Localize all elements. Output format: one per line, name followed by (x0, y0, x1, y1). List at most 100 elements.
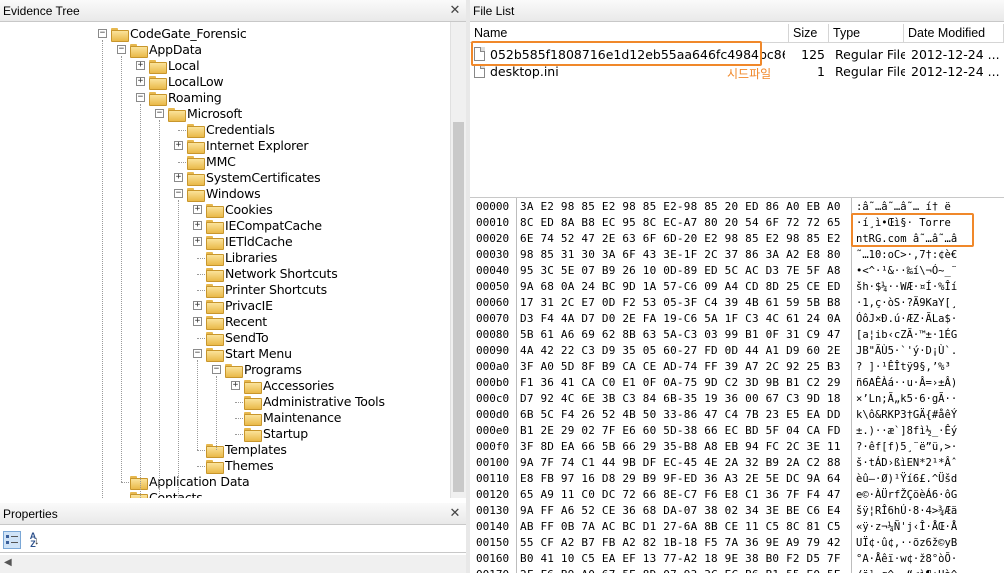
folder-icon (206, 204, 224, 218)
sort-arrow-icon: ↓ (34, 535, 40, 547)
tree-node[interactable]: + Internet Explorer (0, 138, 446, 154)
tree-node[interactable]: + IECompatCache (0, 218, 446, 234)
hex-bytes: 17 31 2C E7 0D F2 53 05-3F C4 39 4B 61 5… (520, 296, 841, 309)
hex-row: 000f0 3F 8D EA 66 5B 66 29 35-B8 A8 EB 94… (470, 439, 1004, 455)
tree-node[interactable]: − Roaming (0, 90, 446, 106)
hex-row: 00120 65 A9 11 C0 DC 72 66 8E-C7 F6 E8 C1… (470, 487, 1004, 503)
tree-node[interactable]: − Microsoft (0, 106, 446, 122)
hex-row: 000d0 6B 5C F4 26 52 4B 50 33-86 47 C4 7B… (470, 407, 1004, 423)
tree-node[interactable]: MMC (0, 154, 446, 170)
expand-icon[interactable]: + (193, 221, 202, 230)
tree-node[interactable]: + Recent (0, 314, 446, 330)
folder-icon (149, 60, 167, 74)
file-size: 1 (817, 64, 825, 79)
hex-viewer[interactable]: 00000 3A E2 98 85 E2 98 85 E2-98 85 20 ED… (470, 197, 1004, 573)
tree-node[interactable]: Network Shortcuts (0, 266, 446, 282)
tree-guide-line (140, 104, 141, 498)
hex-offset: 00010 (476, 216, 510, 229)
hex-bytes: 9A FF A6 52 CE 36 68 DA-07 38 02 34 3E B… (520, 504, 841, 517)
close-icon[interactable]: ✕ (448, 3, 462, 17)
hex-ascii: ·1,ç·òS·?Ä9KaY[¸ (856, 297, 958, 309)
hex-ascii: šh·$¼··WÆ·¤Í·%Îí (856, 281, 958, 293)
properties-scrollbar[interactable]: ◀ (0, 555, 466, 573)
collapse-icon[interactable]: − (136, 93, 145, 102)
folder-icon (206, 300, 224, 314)
tree-node[interactable]: − AppData (0, 42, 446, 58)
tree-node-label: Maintenance (263, 410, 342, 425)
collapse-icon[interactable]: − (174, 189, 183, 198)
expand-icon[interactable]: + (193, 301, 202, 310)
seed-file-annotation: 시드파일 (727, 67, 772, 81)
tree-node[interactable]: Startup (0, 426, 446, 442)
tree-node[interactable]: + LocalLow (0, 74, 446, 90)
expand-icon[interactable]: + (193, 317, 202, 326)
hex-ascii: «ÿ·z¬¼Ñ'j‹Î·ÅŒ·Å (856, 521, 958, 533)
expand-icon[interactable]: + (136, 77, 145, 86)
tree-node[interactable]: − CodeGate_Forensic (0, 26, 446, 42)
expand-icon[interactable]: + (193, 237, 202, 246)
tree-node[interactable]: SendTo (0, 330, 446, 346)
tree-guide-line (197, 360, 198, 450)
hex-offset: 00170 (476, 567, 509, 573)
scroll-left-icon[interactable]: ◀ (4, 557, 12, 568)
folder-icon (206, 284, 224, 298)
properties-title-bar: Properties ✕ (0, 503, 466, 525)
tree-node[interactable]: Contacts (0, 490, 446, 498)
collapse-icon[interactable]: − (117, 45, 126, 54)
expand-icon[interactable]: + (174, 141, 183, 150)
hex-bytes: B0 41 10 C5 EA EF 13 77-A2 18 9E 38 B0 F… (520, 552, 841, 565)
collapse-icon[interactable]: − (98, 29, 107, 38)
folder-icon (206, 268, 224, 282)
evidence-tree[interactable]: − CodeGate_Forensic − AppData + Local + LocalLo… (0, 22, 466, 498)
folder-icon (187, 172, 205, 186)
tree-node[interactable]: Templates (0, 442, 446, 458)
tree-node[interactable]: + SystemCertificates (0, 170, 446, 186)
tree-node[interactable]: + IETldCache (0, 234, 446, 250)
hex-offset: 000b0 (476, 376, 510, 389)
expand-icon[interactable]: + (231, 381, 240, 390)
tree-node[interactable]: Themes (0, 458, 446, 474)
hex-ascii: ±.)··æ`]8fì½_·Êý (856, 425, 958, 437)
expand-icon[interactable]: + (193, 205, 202, 214)
tree-node[interactable]: − Programs (0, 362, 446, 378)
tree-node[interactable]: Libraries (0, 250, 446, 266)
tree-node[interactable]: Administrative Tools (0, 394, 446, 410)
hex-row: 00160 B0 41 10 C5 EA EF 13 77-A2 18 9E 38… (470, 551, 1004, 567)
tree-node[interactable]: Application Data (0, 474, 446, 490)
tree-node[interactable]: + Cookies (0, 202, 446, 218)
column-header-date[interactable]: Date Modified (904, 24, 1004, 43)
tree-node-label: CodeGate_Forensic (130, 26, 247, 41)
tree-node[interactable]: + Accessories (0, 378, 446, 394)
tree-node[interactable]: − Start Menu (0, 346, 446, 362)
hex-bytes: B1 2E 29 02 7F E6 60 5D-38 66 EC BD 5F 0… (520, 424, 841, 437)
tree-node-label: Internet Explorer (206, 138, 309, 153)
folder-icon (244, 396, 262, 410)
tree-node[interactable]: Printer Shortcuts (0, 282, 446, 298)
tree-guide-line (102, 40, 103, 498)
folder-icon (168, 108, 186, 122)
hex-bytes: AB FF 0B 7A AC BC D1 27-6A 8B CE 11 C5 8… (520, 520, 841, 533)
categorized-icon[interactable] (3, 531, 21, 549)
hex-row: 00100 9A 7F 74 C1 44 9B DF EC-45 4E 2A 32… (470, 455, 1004, 471)
tree-node[interactable]: + Local (0, 58, 446, 74)
tree-node[interactable]: − Windows (0, 186, 446, 202)
tree-node[interactable]: Credentials (0, 122, 446, 138)
column-header-type[interactable]: Type (829, 24, 904, 43)
tree-scroll-thumb[interactable] (453, 122, 464, 492)
folder-icon (206, 316, 224, 330)
column-header-size[interactable]: Size (789, 24, 829, 43)
collapse-icon[interactable]: − (212, 365, 221, 374)
hex-row: 00050 9A 68 0A 24 BC 9D 1A 57-C6 09 A4 CD… (470, 279, 1004, 295)
expand-icon[interactable]: + (174, 173, 183, 182)
folder-icon (244, 428, 262, 442)
tree-node[interactable]: Maintenance (0, 410, 446, 426)
hex-row: 00070 D3 F4 4A D7 D0 2E FA 19-C6 5A 1F C3… (470, 311, 1004, 327)
hex-offset: 00160 (476, 552, 510, 565)
tree-vertical-scrollbar[interactable] (450, 22, 466, 498)
expand-icon[interactable]: + (136, 61, 145, 70)
collapse-icon[interactable]: − (193, 349, 202, 358)
close-icon[interactable]: ✕ (448, 506, 462, 520)
tree-connector (197, 466, 205, 467)
collapse-icon[interactable]: − (155, 109, 164, 118)
tree-node[interactable]: + PrivacIE (0, 298, 446, 314)
